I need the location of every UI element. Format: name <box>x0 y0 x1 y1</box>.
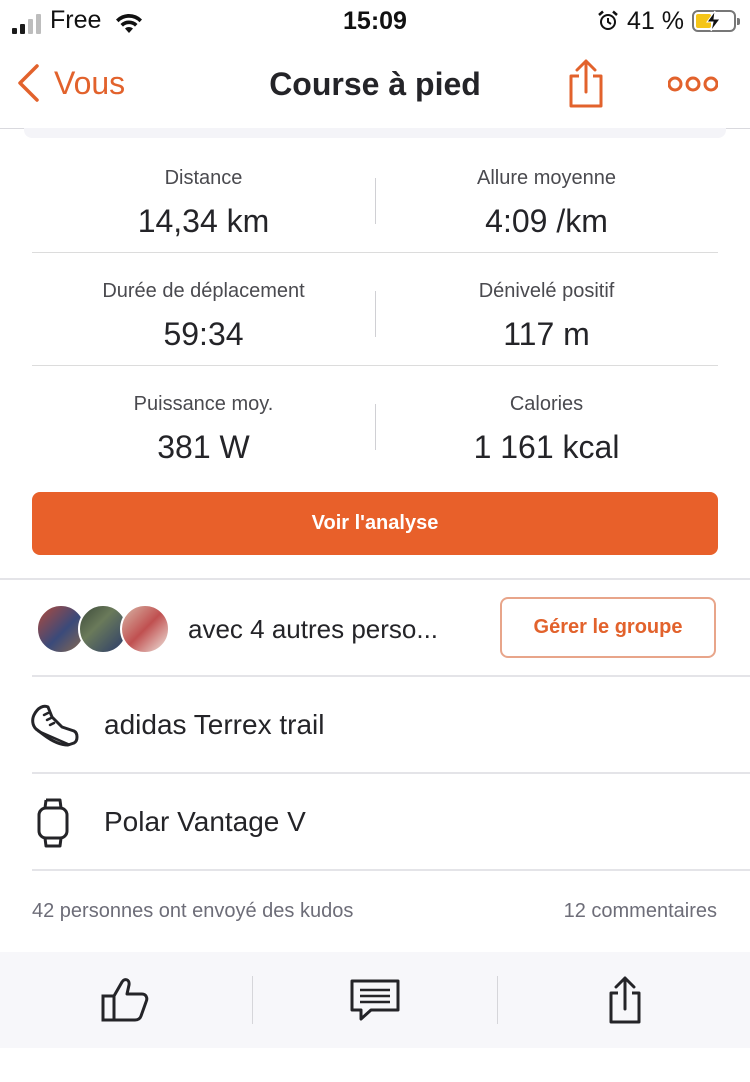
shoes-name: adidas Terrex trail <box>104 709 325 740</box>
more-icon <box>667 76 719 92</box>
comments-count[interactable]: 12 commentaires <box>564 900 717 923</box>
divider <box>32 869 750 871</box>
stat-pace: Allure moyenne 4:09 /km <box>375 140 718 240</box>
stat-row: Durée de déplacement 59:34 Dénivelé posi… <box>32 253 718 366</box>
gear-device-row[interactable]: Polar Vantage V <box>0 774 750 870</box>
stat-calories: Calories 1 161 kcal <box>375 366 718 466</box>
gear-shoes-row[interactable]: adidas Terrex trail <box>0 677 750 773</box>
share-icon <box>609 976 641 1024</box>
view-analysis-button[interactable]: Voir l'analyse <box>32 492 718 555</box>
bottom-spacer <box>0 1048 750 1082</box>
stat-label: Dénivelé positif <box>478 280 615 302</box>
divider <box>497 976 498 1024</box>
stat-moving-time: Durée de déplacement 59:34 <box>32 253 375 353</box>
stat-label: Allure moyenne <box>477 167 616 189</box>
stat-label: Distance <box>164 167 243 189</box>
group-text[interactable]: avec 4 autres perso... <box>188 614 438 645</box>
stat-power: Puissance moy. 381 W <box>32 366 375 466</box>
stat-value: 117 m <box>503 316 590 352</box>
stat-value: 1 161 kcal <box>473 429 620 465</box>
share-activity-button[interactable] <box>500 952 750 1048</box>
more-button[interactable] <box>667 74 719 99</box>
comment-button[interactable] <box>250 952 500 1048</box>
manage-group-button[interactable]: Gérer le groupe <box>500 597 716 658</box>
stat-row: Puissance moy. 381 W Calories 1 161 kcal <box>32 366 718 478</box>
stat-value: 4:09 /km <box>485 203 608 239</box>
shoe-icon <box>31 704 79 747</box>
stat-value: 59:34 <box>163 316 244 352</box>
battery-percent: 41 % <box>627 7 684 35</box>
group-row: avec 4 autres perso... Gérer le groupe <box>0 580 750 676</box>
battery-icon <box>692 10 740 32</box>
kudos-icon <box>101 978 149 1022</box>
stats-grid: Distance 14,34 km Allure moyenne 4:09 /k… <box>32 140 718 478</box>
comment-icon <box>350 979 400 1021</box>
avatar <box>120 604 170 654</box>
status-right: 41 % <box>597 6 740 36</box>
stat-elevation: Dénivelé positif 117 m <box>375 253 718 353</box>
stat-value: 14,34 km <box>137 203 270 239</box>
kudos-count[interactable]: 42 personnes ont envoyé des kudos <box>32 900 353 923</box>
action-bar <box>0 952 750 1048</box>
device-name: Polar Vantage V <box>104 806 306 837</box>
watch-icon <box>37 798 69 848</box>
avatar-stack[interactable] <box>36 604 170 654</box>
share-icon <box>569 59 603 108</box>
stat-distance: Distance 14,34 km <box>32 140 375 240</box>
stat-row: Distance 14,34 km Allure moyenne 4:09 /k… <box>32 140 718 253</box>
alarm-icon <box>598 10 618 30</box>
stat-value: 381 W <box>157 429 250 465</box>
page-title: Course à pied <box>269 66 481 102</box>
card-edge <box>24 128 726 138</box>
status-bar: Free 15:09 41 % <box>0 0 750 44</box>
stat-label: Calories <box>509 393 584 415</box>
stat-label: Durée de déplacement <box>102 280 305 302</box>
nav-bar: Vous Course à pied <box>0 44 750 129</box>
kudos-button[interactable] <box>0 952 250 1048</box>
stat-label: Puissance moy. <box>133 393 274 415</box>
share-button[interactable] <box>566 58 606 115</box>
